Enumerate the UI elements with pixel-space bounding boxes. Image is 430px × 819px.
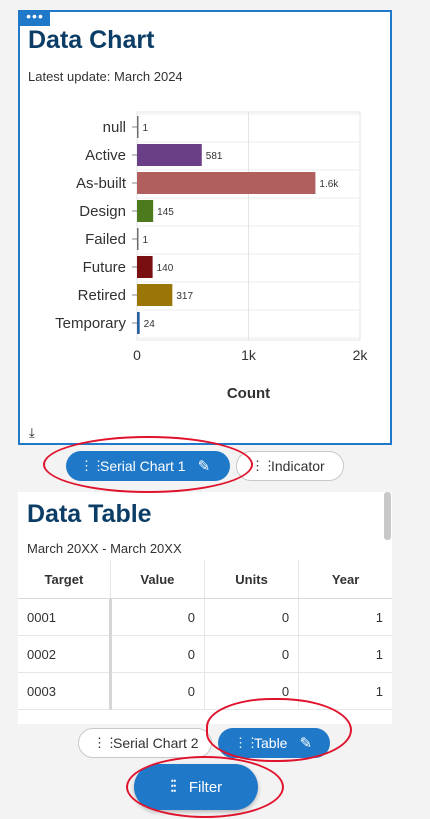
indicator-label: Indicator xyxy=(271,458,325,474)
category-label: Active xyxy=(85,147,126,164)
more-options-icon[interactable]: ••• xyxy=(20,9,50,26)
edit-icon[interactable]: ✎ xyxy=(198,457,211,475)
cell-target: 0001 xyxy=(18,598,112,636)
table-widget[interactable]: Data Table March 20XX - March 20XX Targe… xyxy=(18,492,392,724)
cell-value: 0 xyxy=(110,598,206,636)
data-label: 1 xyxy=(143,235,149,246)
table-label: Table xyxy=(254,735,288,751)
bar xyxy=(137,172,316,194)
bar-chart: null 1 Active 581 As-built 1.6k Design 145 Faile… xyxy=(55,111,369,402)
table-header-row: Target Value Units Year xyxy=(18,560,392,599)
chart-title: Data Chart xyxy=(28,26,155,54)
data-table: Target Value Units Year 0001 0 0 1 0002 … xyxy=(18,560,392,710)
indicator-tab[interactable]: ⋮⋮ Indicator xyxy=(236,451,344,481)
data-label: 1 xyxy=(143,123,149,134)
scrollbar[interactable] xyxy=(384,492,391,540)
category-label: Future xyxy=(83,259,126,276)
drag-handle-icon[interactable]: ⋮⋮ xyxy=(93,736,118,749)
table-row[interactable]: 0002 0 0 1 xyxy=(18,635,392,673)
table-row[interactable]: 0003 0 0 1 xyxy=(18,672,392,710)
filter-label: Filter xyxy=(188,778,223,796)
serial-chart-2-tab[interactable]: ⋮⋮ Serial Chart 2 xyxy=(78,728,212,758)
drag-handle-icon[interactable]: ⋮⋮ xyxy=(251,459,276,472)
category-label: Design xyxy=(79,203,126,220)
bar xyxy=(137,116,139,138)
data-label: 581 xyxy=(206,151,223,162)
cell-value: 0 xyxy=(110,635,206,673)
table-row[interactable]: 0001 0 0 1 xyxy=(18,598,392,636)
chart-widget[interactable]: ••• Data Chart Latest update: March 2024… xyxy=(18,9,392,445)
data-label: 140 xyxy=(157,263,174,274)
bar xyxy=(137,284,173,306)
table-tab[interactable]: ⋮⋮ Table ✎ xyxy=(218,728,330,758)
table-subtitle: March 20XX - March 20XX xyxy=(27,541,182,556)
bar xyxy=(137,256,153,278)
sliders-icon: ⫶⫶ xyxy=(169,776,177,797)
cell-year: 1 xyxy=(298,598,392,636)
edit-icon[interactable]: ✎ xyxy=(299,734,312,752)
serial-chart-2-label: Serial Chart 2 xyxy=(113,735,199,751)
x-axis-label: Count xyxy=(227,385,270,402)
x-tick-label: 0 xyxy=(133,347,141,363)
data-label: 145 xyxy=(157,207,174,218)
category-label: As-built xyxy=(76,175,127,192)
download-icon[interactable]: ⤓ xyxy=(29,426,35,439)
left-strip xyxy=(0,0,18,819)
bar xyxy=(137,200,154,222)
data-label: 1.6k xyxy=(319,179,339,190)
cell-units: 0 xyxy=(204,635,300,673)
cell-value: 0 xyxy=(110,672,206,710)
cell-year: 1 xyxy=(298,672,392,710)
drag-handle-icon[interactable]: ⋮⋮ xyxy=(234,736,259,749)
column-header-value[interactable]: Value xyxy=(110,560,206,599)
bar xyxy=(137,228,139,250)
cell-year: 1 xyxy=(298,635,392,673)
data-label: 24 xyxy=(144,319,156,330)
cell-units: 0 xyxy=(204,672,300,710)
table-title: Data Table xyxy=(27,500,152,528)
x-tick-label: 2k xyxy=(353,347,369,363)
cell-target: 0002 xyxy=(18,635,112,673)
column-header-target[interactable]: Target xyxy=(18,560,111,599)
bar xyxy=(137,312,140,334)
drag-handle-icon[interactable]: ⋮⋮ xyxy=(80,459,105,472)
chart-subtitle: Latest update: March 2024 xyxy=(28,69,183,84)
cell-units: 0 xyxy=(204,598,300,636)
bar xyxy=(137,144,202,166)
category-label: Temporary xyxy=(55,315,126,332)
category-label: null xyxy=(103,119,126,136)
data-label: 317 xyxy=(176,291,193,302)
category-label: Retired xyxy=(78,287,126,304)
serial-chart-1-tab[interactable]: ⋮⋮ Serial Chart 1 ✎ xyxy=(66,451,230,481)
serial-chart-1-label: Serial Chart 1 xyxy=(100,458,186,474)
category-label: Failed xyxy=(85,231,126,248)
column-header-units[interactable]: Units xyxy=(204,560,300,599)
cell-target: 0003 xyxy=(18,672,112,710)
x-tick-label: 1k xyxy=(241,347,257,363)
filter-button[interactable]: ⫶⫶ Filter xyxy=(134,764,258,810)
column-header-year[interactable]: Year xyxy=(298,560,392,599)
chart-pill-bar: ⋮⋮ Serial Chart 1 ✎ ⋮⋮ Indicator xyxy=(18,446,392,486)
